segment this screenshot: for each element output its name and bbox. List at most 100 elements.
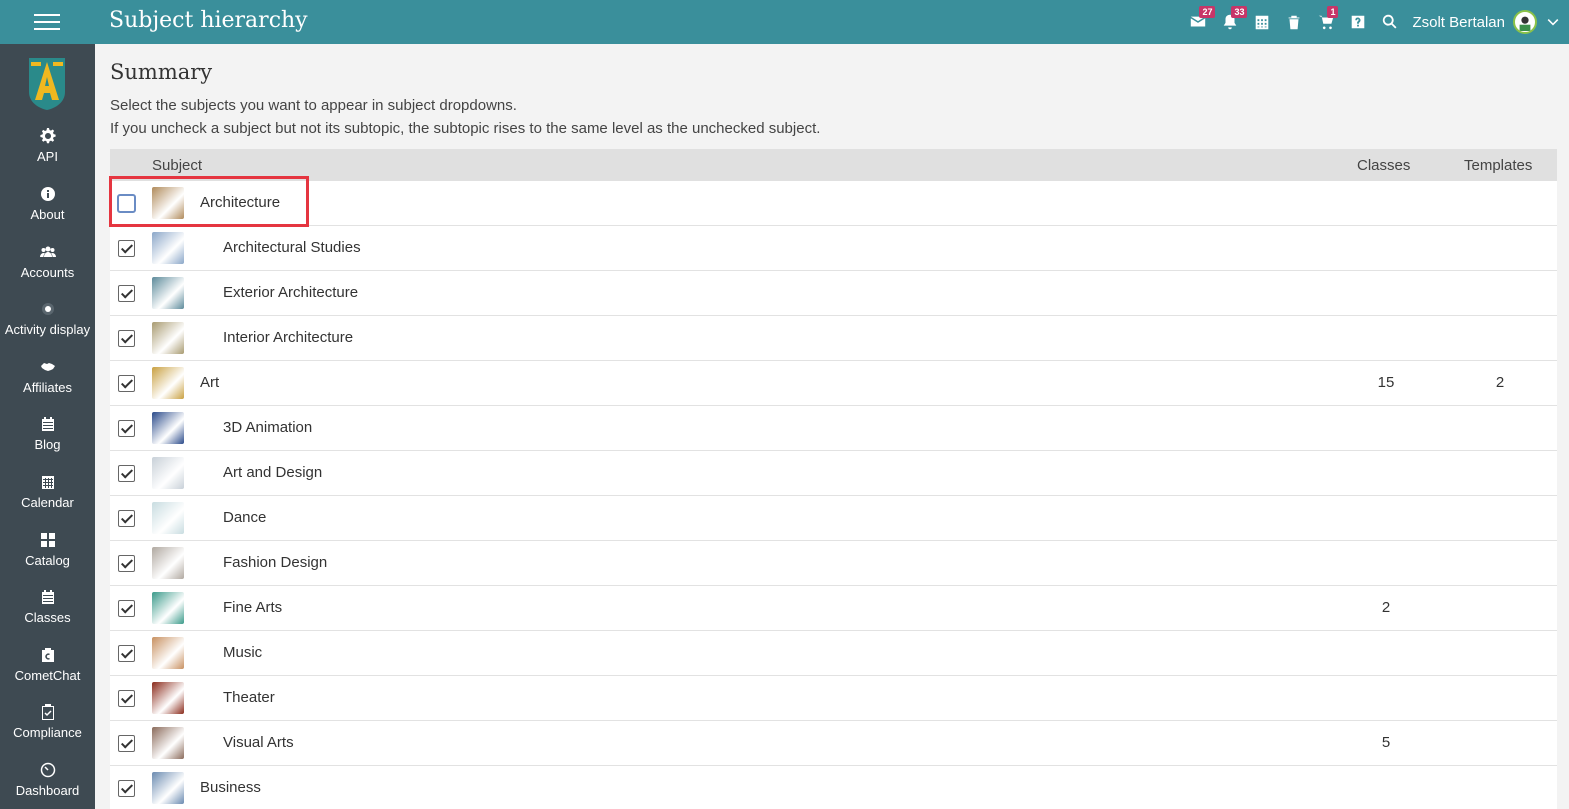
subject-checkbox[interactable] bbox=[118, 690, 135, 707]
classes-count: 2 bbox=[1381, 599, 1391, 616]
top-icons: 27 33 1 Zsolt Bertalan bbox=[1182, 0, 1569, 44]
sidebar-item-label: CometChat bbox=[14, 668, 81, 683]
calendar-icon bbox=[41, 417, 54, 431]
subject-checkbox[interactable] bbox=[118, 510, 135, 527]
subject-thumbnail bbox=[152, 412, 184, 444]
table-row: Visual Arts 5 bbox=[110, 721, 1558, 766]
subject-thumbnail bbox=[152, 232, 184, 264]
page-header-title: Subject hierarchy bbox=[109, 8, 308, 33]
column-header-classes[interactable]: Classes bbox=[1357, 157, 1410, 174]
table-header: Subject Classes Templates bbox=[110, 149, 1558, 181]
sidebar-item-accounts[interactable]: Accounts bbox=[0, 244, 95, 294]
subject-thumbnail bbox=[152, 322, 184, 354]
subject-checkbox[interactable] bbox=[118, 465, 135, 482]
search-icon bbox=[1383, 14, 1397, 29]
subject-name: Theater bbox=[223, 689, 275, 706]
sidebar-item-cometchat[interactable]: CometChat bbox=[0, 647, 95, 697]
sidebar-item-api[interactable]: API bbox=[0, 128, 95, 178]
subject-checkbox[interactable] bbox=[118, 240, 135, 257]
trash-icon bbox=[1289, 15, 1300, 30]
help-button[interactable] bbox=[1342, 0, 1374, 44]
page-title: Summary bbox=[110, 60, 213, 84]
trash-button[interactable] bbox=[1278, 0, 1310, 44]
subject-thumbnail bbox=[152, 637, 184, 669]
subject-thumbnail bbox=[152, 367, 184, 399]
subject-name: Fashion Design bbox=[223, 554, 328, 571]
sidebar-item-blog[interactable]: Blog bbox=[0, 416, 95, 466]
sidebar-item-dashboard[interactable]: Dashboard bbox=[0, 762, 95, 809]
cometchat-icon bbox=[41, 648, 54, 662]
subject-checkbox[interactable] bbox=[118, 645, 135, 662]
sidebar-item-classes[interactable]: Classes bbox=[0, 589, 95, 639]
sidebar-item-label: Catalog bbox=[25, 553, 70, 568]
subject-checkbox[interactable] bbox=[118, 600, 135, 617]
sidebar-item-label: Activity display bbox=[4, 322, 91, 337]
table-row: Exterior Architecture bbox=[110, 271, 1558, 316]
subject-thumbnail bbox=[152, 502, 184, 534]
sidebar-item-label: Accounts bbox=[20, 265, 75, 280]
subject-checkbox[interactable] bbox=[118, 735, 135, 752]
subject-name: Art and Design bbox=[223, 464, 323, 481]
subject-thumbnail bbox=[152, 592, 184, 624]
question-icon bbox=[1352, 15, 1365, 29]
table-row: Fashion Design bbox=[110, 541, 1558, 586]
table-row: Art 15 2 bbox=[110, 361, 1558, 406]
description-line-2: If you uncheck a subject but not its sub… bbox=[110, 120, 821, 137]
sidebar-item-calendar[interactable]: Calendar bbox=[0, 474, 95, 524]
subject-checkbox[interactable] bbox=[117, 194, 136, 213]
scrollbar[interactable] bbox=[1557, 44, 1569, 809]
sidebar-item-about[interactable]: About bbox=[0, 186, 95, 236]
subject-name: Architectural Studies bbox=[223, 239, 361, 256]
notifications-button[interactable]: 33 bbox=[1214, 0, 1248, 44]
grid-calendar-icon bbox=[41, 476, 54, 489]
subject-checkbox[interactable] bbox=[118, 375, 135, 392]
menu-icon[interactable] bbox=[34, 14, 60, 32]
classes-count: 15 bbox=[1377, 374, 1395, 391]
table-row: Music bbox=[110, 631, 1558, 676]
subject-thumbnail bbox=[152, 187, 184, 219]
column-header-templates[interactable]: Templates bbox=[1464, 157, 1532, 174]
logo[interactable] bbox=[27, 56, 67, 112]
table-row: Architectural Studies bbox=[110, 226, 1558, 271]
table-row: Interior Architecture bbox=[110, 316, 1558, 361]
subject-checkbox[interactable] bbox=[118, 780, 135, 797]
messages-badge: 27 bbox=[1199, 6, 1216, 18]
sidebar-item-compliance[interactable]: Compliance bbox=[0, 704, 95, 754]
subject-name: Dance bbox=[223, 509, 267, 526]
sidebar-item-catalog[interactable]: Catalog bbox=[0, 532, 95, 582]
clipboard-check-icon bbox=[41, 704, 54, 720]
table-row: Dance bbox=[110, 496, 1558, 541]
dot-circle-icon bbox=[41, 303, 54, 315]
user-name[interactable]: Zsolt Bertalan bbox=[1412, 14, 1505, 31]
classes-count: 5 bbox=[1381, 734, 1391, 751]
table-row: Theater bbox=[110, 676, 1558, 721]
subject-checkbox[interactable] bbox=[118, 420, 135, 437]
cart-button[interactable]: 1 bbox=[1310, 0, 1342, 44]
column-header-subject[interactable]: Subject bbox=[152, 157, 202, 174]
sidebar-item-affiliates[interactable]: Affiliates bbox=[0, 359, 95, 409]
table-row: Architecture bbox=[110, 181, 1558, 226]
sidebar-item-activity-display[interactable]: Activity display bbox=[0, 301, 95, 351]
subject-thumbnail bbox=[152, 277, 184, 309]
sidebar-item-label: API bbox=[37, 149, 58, 164]
sidebar-item-label: Compliance bbox=[13, 725, 82, 740]
search-button[interactable] bbox=[1374, 0, 1406, 44]
subject-name: Art bbox=[200, 374, 220, 391]
messages-button[interactable]: 27 bbox=[1182, 0, 1216, 44]
notifications-badge: 33 bbox=[1231, 6, 1248, 18]
subject-checkbox[interactable] bbox=[118, 555, 135, 572]
sidebar-item-label: Calendar bbox=[21, 495, 74, 510]
subject-thumbnail bbox=[152, 772, 184, 804]
table-row: 3D Animation bbox=[110, 406, 1558, 451]
user-menu-chevron[interactable] bbox=[1537, 0, 1569, 44]
cart-badge: 1 bbox=[1327, 6, 1339, 18]
subject-checkbox[interactable] bbox=[118, 285, 135, 302]
sidebar-item-label: Classes bbox=[24, 610, 71, 625]
avatar[interactable] bbox=[1513, 10, 1537, 34]
subject-checkbox[interactable] bbox=[118, 330, 135, 347]
sidebar-item-label: Dashboard bbox=[15, 783, 80, 798]
subject-table: Subject Classes Templates Architecture Ar… bbox=[110, 149, 1558, 809]
calendar-button[interactable] bbox=[1246, 0, 1278, 44]
subject-thumbnail bbox=[152, 547, 184, 579]
subject-thumbnail bbox=[152, 682, 184, 714]
